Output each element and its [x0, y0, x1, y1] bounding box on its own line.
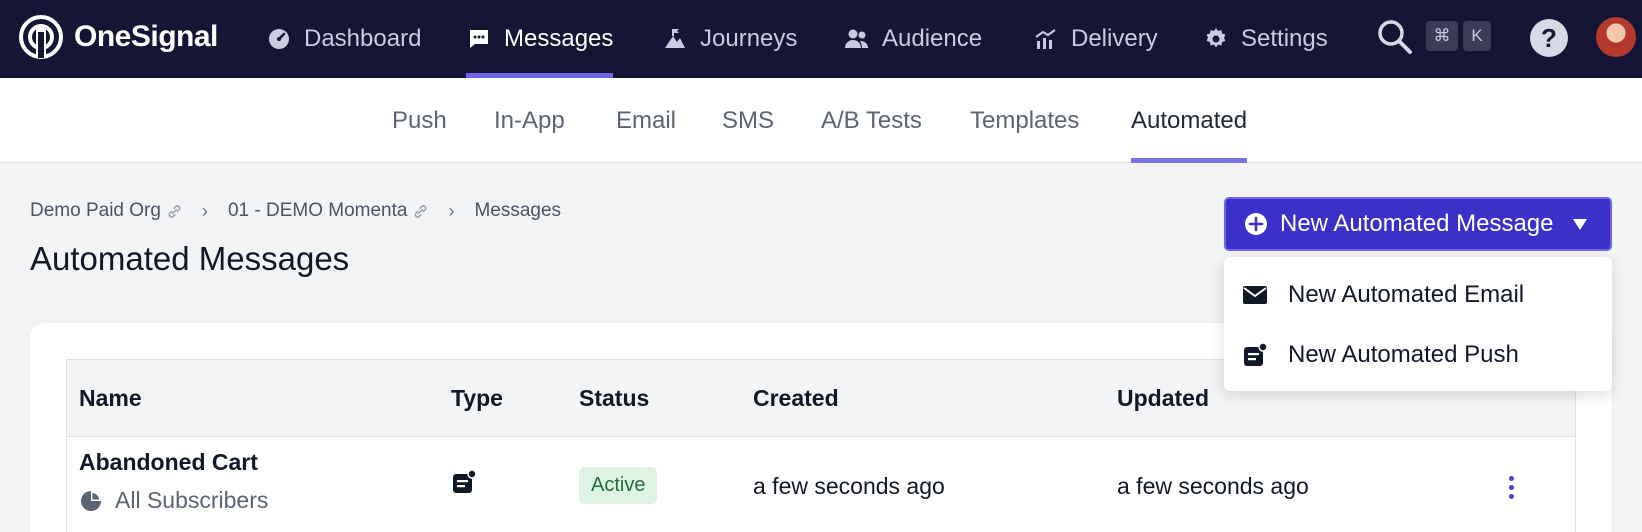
menu-item-label: New Automated Push: [1288, 341, 1519, 368]
nav-item-label: Journeys: [700, 25, 798, 52]
journey-icon: [662, 26, 688, 52]
tab-label: Email: [616, 106, 677, 134]
onesignal-logo-icon: [19, 15, 63, 59]
message-name[interactable]: Abandoned Cart: [79, 449, 258, 476]
tab-automated[interactable]: Automated: [1131, 78, 1248, 163]
tab-label: Automated: [1131, 106, 1248, 134]
nav-item-settings[interactable]: Settings: [1203, 0, 1328, 78]
push-notification-icon: [1244, 342, 1268, 366]
menu-item-new-automated-email[interactable]: New Automated Email: [1224, 265, 1612, 325]
column-header-created[interactable]: Created: [753, 360, 839, 437]
user-avatar[interactable]: [1596, 17, 1636, 57]
nav-item-journeys[interactable]: Journeys: [662, 0, 797, 78]
chart-icon: [1033, 26, 1059, 52]
tab-label: In-App: [494, 106, 565, 134]
created-time: a few seconds ago: [753, 473, 945, 499]
nav-item-messages[interactable]: Messages: [466, 0, 614, 78]
envelope-icon: [1243, 286, 1267, 304]
nav-item-dashboard[interactable]: Dashboard: [266, 0, 421, 78]
new-automated-message-button[interactable]: New Automated Message: [1224, 197, 1612, 251]
dashboard-icon: [266, 26, 292, 52]
new-message-dropdown: New Automated Email New Automated Push: [1224, 257, 1612, 391]
brand-name: OneSignal: [74, 20, 218, 53]
segment-label: All Subscribers: [115, 487, 269, 513]
new-automated-message-label: New Automated Message: [1280, 210, 1554, 237]
shortcut-key-k: K: [1463, 21, 1491, 51]
breadcrumb-separator: ›: [448, 200, 455, 221]
tab-ab-tests[interactable]: A/B Tests: [821, 78, 922, 163]
help-icon[interactable]: ?: [1530, 19, 1568, 57]
tab-email[interactable]: Email: [616, 78, 676, 163]
breadcrumb-app-label: 01 - DEMO Momenta: [227, 200, 408, 221]
menu-item-label: New Automated Email: [1288, 281, 1525, 308]
nav-item-delivery[interactable]: Delivery: [1033, 0, 1158, 78]
tab-sms[interactable]: SMS: [722, 78, 774, 163]
column-header-name[interactable]: Name: [79, 360, 142, 437]
page-title: Automated Messages: [30, 240, 350, 277]
breadcrumb-org-label: Demo Paid Org: [30, 200, 161, 221]
tab-push[interactable]: Push: [392, 78, 447, 163]
top-navigation: OneSignal Dashboard Messages Journeys Au…: [0, 0, 1642, 78]
breadcrumb-app[interactable]: 01 - DEMO Momenta: [228, 200, 429, 222]
breadcrumb-current: Messages: [474, 200, 562, 221]
tab-label: Push: [392, 106, 447, 134]
caret-down-icon: [1573, 219, 1587, 230]
link-icon: [415, 204, 427, 218]
nav-item-label: Settings: [1241, 25, 1328, 52]
menu-item-new-automated-push[interactable]: New Automated Push: [1224, 325, 1612, 385]
push-notification-icon: [453, 469, 477, 493]
nav-item-label: Dashboard: [304, 25, 422, 52]
message-icon: [466, 26, 492, 52]
gear-icon: [1203, 26, 1229, 52]
breadcrumb-separator: ›: [201, 200, 208, 221]
onesignal-logo[interactable]: OneSignal: [18, 14, 218, 60]
breadcrumb: Demo Paid Org › 01 - DEMO Momenta › Mess…: [30, 200, 561, 222]
column-header-status[interactable]: Status: [579, 360, 649, 437]
tab-label: Templates: [970, 106, 1080, 134]
message-segment: All Subscribers: [79, 487, 268, 514]
more-options-icon[interactable]: [1503, 467, 1519, 507]
nav-item-label: Audience: [882, 25, 983, 52]
updated-time: a few seconds ago: [1117, 473, 1309, 499]
messages-subnav: Push In-App Email SMS A/B Tests Template…: [0, 78, 1642, 163]
people-icon: [844, 26, 870, 52]
tab-label: A/B Tests: [821, 106, 922, 134]
tab-label: SMS: [722, 106, 775, 134]
tab-templates[interactable]: Templates: [970, 78, 1079, 163]
column-header-updated[interactable]: Updated: [1117, 360, 1209, 437]
column-header-type[interactable]: Type: [451, 360, 503, 437]
search-icon[interactable]: [1376, 18, 1414, 56]
status-badge: Active: [579, 467, 658, 504]
shortcut-key-cmd: ⌘: [1426, 21, 1458, 51]
nav-item-label: Messages: [504, 25, 614, 52]
link-icon: [168, 204, 181, 218]
nav-item-audience[interactable]: Audience: [844, 0, 982, 78]
plus-circle-icon: [1245, 213, 1267, 235]
table-row[interactable]: Abandoned Cart All Subscribers Active a …: [67, 437, 1575, 532]
pie-chart-icon: [81, 490, 101, 511]
breadcrumb-org[interactable]: Demo Paid Org: [30, 200, 182, 222]
nav-item-label: Delivery: [1071, 25, 1158, 52]
tab-in-app[interactable]: In-App: [494, 78, 565, 163]
